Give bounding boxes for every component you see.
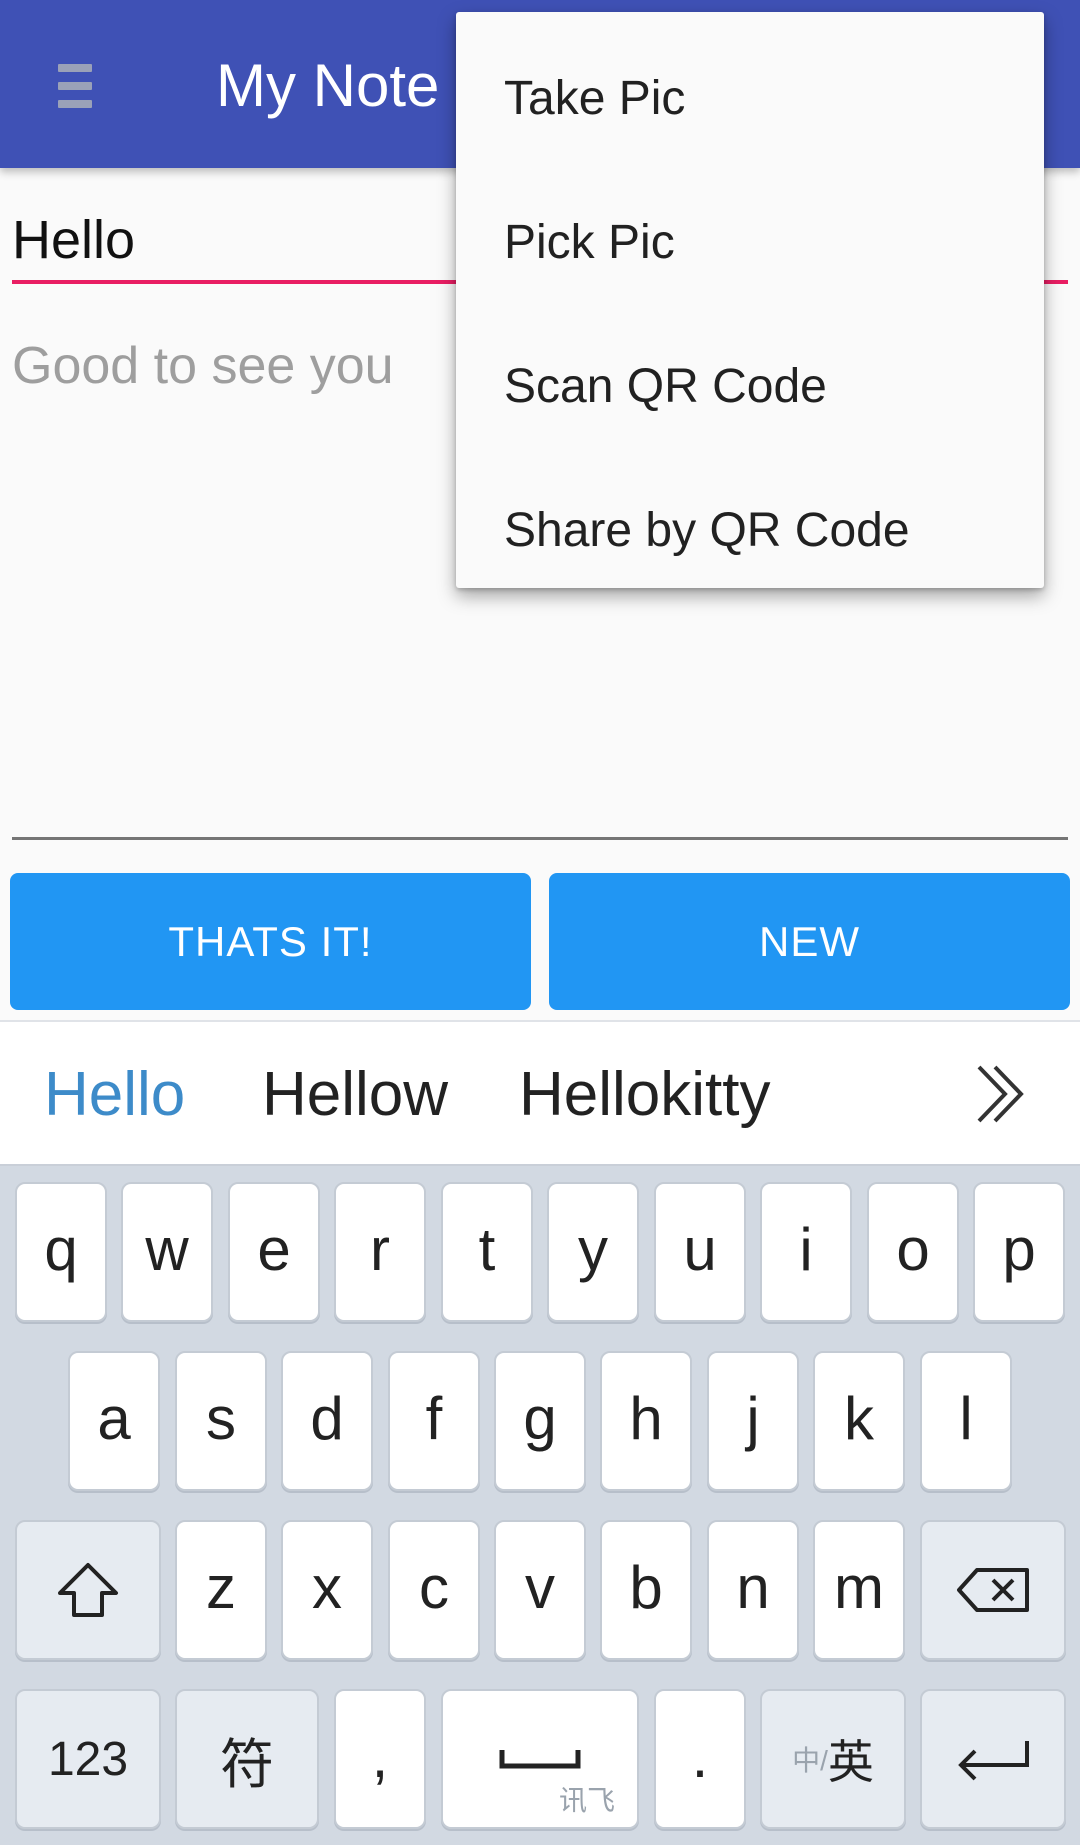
menu-item-share-by-qr-code[interactable]: Share by QR Code [456, 458, 1044, 602]
key-f[interactable]: f [388, 1351, 480, 1491]
key-label: k [844, 1384, 874, 1452]
ime-brand-label: 讯飞 [558, 1785, 615, 1816]
key-c[interactable]: c [388, 1520, 480, 1660]
key-label: u [683, 1215, 717, 1283]
key-label: l [959, 1384, 973, 1452]
lang-big-label: 英 [827, 1736, 874, 1788]
backspace-icon [957, 1568, 1029, 1612]
chevron-double-right-icon[interactable] [975, 1063, 1027, 1125]
thats-it-button[interactable]: THATS IT! [10, 873, 531, 1010]
suggestion-hellokitty[interactable]: Hellokitty [519, 1022, 771, 1168]
key-label: y [578, 1215, 608, 1283]
key-label: p [1002, 1215, 1036, 1283]
key-i[interactable]: i [760, 1182, 852, 1322]
key-label: x [312, 1553, 342, 1621]
keyboard-suggestion-bar: Hello Hellow Hellokitty [0, 1020, 1080, 1166]
space-key[interactable]: 讯飞 [441, 1689, 639, 1829]
key-label: t [478, 1215, 496, 1283]
key-q[interactable]: q [15, 1182, 107, 1322]
key-label: , [371, 1722, 389, 1790]
key-label: o [896, 1215, 930, 1283]
key-k[interactable]: k [813, 1351, 905, 1491]
new-note-button[interactable]: NEW [549, 873, 1070, 1010]
key-m[interactable]: m [813, 1520, 905, 1660]
key-label: z [206, 1553, 236, 1621]
period-key[interactable]: . [654, 1689, 746, 1829]
key-b[interactable]: b [600, 1520, 692, 1660]
key-g[interactable]: g [494, 1351, 586, 1491]
key-label: c [419, 1553, 449, 1621]
key-label: j [746, 1384, 760, 1452]
key-label: f [425, 1384, 443, 1452]
suggestion-hello[interactable]: Hello [44, 1022, 185, 1168]
key-label: a [97, 1384, 131, 1452]
key-label: n [736, 1553, 770, 1621]
key-label: w [145, 1215, 189, 1283]
key-l[interactable]: l [920, 1351, 1012, 1491]
key-t[interactable]: t [441, 1182, 533, 1322]
comma-key[interactable]: , [334, 1689, 426, 1829]
menu-item-take-pic[interactable]: Take Pic [456, 26, 1044, 170]
key-z[interactable]: z [175, 1520, 267, 1660]
backspace-key[interactable] [920, 1520, 1066, 1660]
hamburger-menu-icon[interactable] [58, 64, 92, 108]
key-e[interactable]: e [228, 1182, 320, 1322]
numbers-key[interactable]: 123 [15, 1689, 161, 1829]
symbols-key[interactable]: 符 [175, 1689, 319, 1829]
key-y[interactable]: y [547, 1182, 639, 1322]
key-w[interactable]: w [121, 1182, 213, 1322]
key-x[interactable]: x [281, 1520, 373, 1660]
key-label: g [523, 1384, 557, 1452]
key-o[interactable]: o [867, 1182, 959, 1322]
key-h[interactable]: h [600, 1351, 692, 1491]
key-v[interactable]: v [494, 1520, 586, 1660]
key-label: d [310, 1384, 344, 1452]
menu-item-pick-pic[interactable]: Pick Pic [456, 170, 1044, 314]
key-s[interactable]: s [175, 1351, 267, 1491]
language-switch-key[interactable]: 中/英 [760, 1689, 906, 1829]
key-label: v [525, 1553, 555, 1621]
key-label: . [691, 1722, 709, 1790]
key-u[interactable]: u [654, 1182, 746, 1322]
key-p[interactable]: p [973, 1182, 1065, 1322]
menu-item-scan-qr-code[interactable]: Scan QR Code [456, 314, 1044, 458]
key-label: h [629, 1384, 663, 1452]
key-label: b [629, 1553, 663, 1621]
key-r[interactable]: r [334, 1182, 426, 1322]
key-d[interactable]: d [281, 1351, 373, 1491]
enter-icon [958, 1741, 1029, 1781]
key-label: q [44, 1215, 78, 1283]
shift-icon [58, 1563, 118, 1617]
suggestion-hellow[interactable]: Hellow [262, 1022, 448, 1168]
overflow-menu: Take Pic Pick Pic Scan QR Code Share by … [456, 12, 1044, 588]
key-label: e [257, 1215, 291, 1283]
key-n[interactable]: n [707, 1520, 799, 1660]
key-a[interactable]: a [68, 1351, 160, 1491]
lang-small-label: 中/ [792, 1745, 828, 1776]
enter-key[interactable] [920, 1689, 1066, 1829]
space-bar-icon [499, 1750, 581, 1769]
shift-key[interactable] [15, 1520, 161, 1660]
key-label: m [834, 1553, 884, 1621]
key-label: s [206, 1384, 236, 1452]
key-label: i [799, 1215, 813, 1283]
soft-keyboard: q w e r t y u i o p a s d f g h j k l z … [0, 1166, 1080, 1845]
key-j[interactable]: j [707, 1351, 799, 1491]
key-label: r [370, 1215, 390, 1283]
app-title: My Note [216, 52, 440, 119]
